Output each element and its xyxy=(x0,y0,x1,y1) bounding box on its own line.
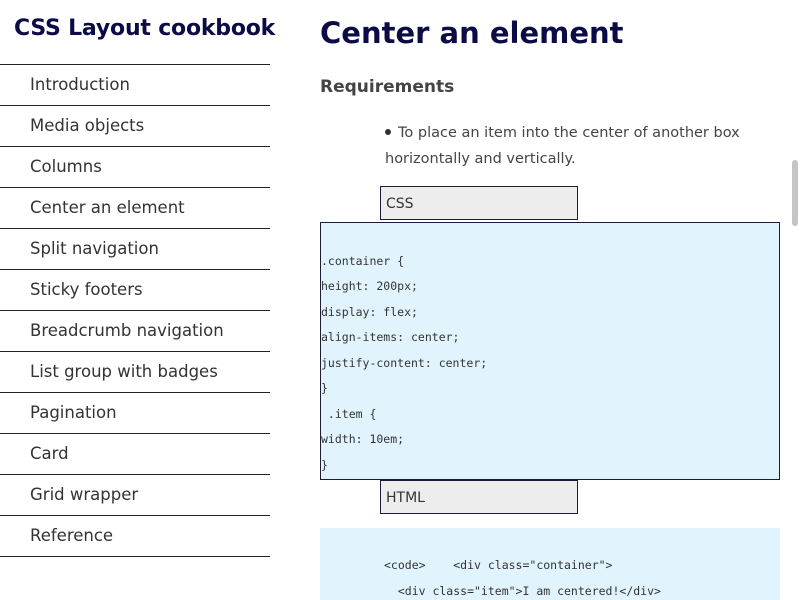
nav-link-card[interactable]: Card xyxy=(0,434,270,474)
scrollbar-thumb[interactable] xyxy=(792,160,798,226)
css-code-line: display: flex; xyxy=(321,305,418,319)
site-title: CSS Layout cookbook xyxy=(14,16,276,41)
html-code-block: <code> <div class="container"> <div clas… xyxy=(320,528,780,600)
nav-item-grid-wrapper: Grid wrapper xyxy=(0,475,270,516)
html-code-line: <code> <div class="container"> xyxy=(384,558,613,572)
css-code-line: align-items: center; xyxy=(321,330,460,344)
css-code-line: justify-content: center; xyxy=(321,356,488,370)
requirement-item: To place an item into the center of anot… xyxy=(385,120,775,172)
nav-item-reference: Reference xyxy=(0,516,270,557)
nav-link-breadcrumb-navigation[interactable]: Breadcrumb navigation xyxy=(0,311,270,351)
sidebar-nav: Introduction Media objects Columns Cente… xyxy=(0,64,270,557)
nav-link-media-objects[interactable]: Media objects xyxy=(0,106,270,146)
nav-link-sticky-footers[interactable]: Sticky footers xyxy=(0,270,270,310)
requirement-text: To place an item into the center of anot… xyxy=(385,125,740,167)
css-code-line: height: 200px; xyxy=(321,279,418,293)
page-title: Center an element xyxy=(320,16,624,50)
html-code-line: <div class="item">I am centered!</div> xyxy=(384,584,661,598)
css-code-line: .container { xyxy=(321,254,405,268)
nav-item-card: Card xyxy=(0,434,270,475)
html-tab[interactable]: HTML xyxy=(380,480,578,514)
scrollbar[interactable] xyxy=(790,0,800,600)
css-code-block: .container { height: 200px; display: fle… xyxy=(320,222,780,480)
css-code-line: } xyxy=(321,381,328,395)
nav-item-center-an-element: Center an element xyxy=(0,188,270,229)
nav-link-list-group-with-badges[interactable]: List group with badges xyxy=(0,352,270,392)
nav-item-sticky-footers: Sticky footers xyxy=(0,270,270,311)
nav-item-media-objects: Media objects xyxy=(0,106,270,147)
css-code-line: } xyxy=(321,458,328,472)
requirements-list: To place an item into the center of anot… xyxy=(385,120,775,172)
css-code-line: .item { xyxy=(321,407,377,421)
nav-item-columns: Columns xyxy=(0,147,270,188)
css-code-line: width: 10em; xyxy=(321,432,405,446)
nav-item-breadcrumb-navigation: Breadcrumb navigation xyxy=(0,311,270,352)
nav-link-center-an-element[interactable]: Center an element xyxy=(0,188,270,228)
css-tab[interactable]: CSS xyxy=(380,186,578,220)
nav-link-split-navigation[interactable]: Split navigation xyxy=(0,229,270,269)
nav-link-columns[interactable]: Columns xyxy=(0,147,270,187)
nav-link-grid-wrapper[interactable]: Grid wrapper xyxy=(0,475,270,515)
nav-item-introduction: Introduction xyxy=(0,65,270,106)
nav-link-introduction[interactable]: Introduction xyxy=(0,65,270,105)
nav-item-split-navigation: Split navigation xyxy=(0,229,270,270)
nav-item-list-group-with-badges: List group with badges xyxy=(0,352,270,393)
nav-link-reference[interactable]: Reference xyxy=(0,516,270,556)
bullet-icon xyxy=(385,129,391,135)
nav-link-pagination[interactable]: Pagination xyxy=(0,393,270,433)
nav-item-pagination: Pagination xyxy=(0,393,270,434)
requirements-heading: Requirements xyxy=(320,77,455,97)
